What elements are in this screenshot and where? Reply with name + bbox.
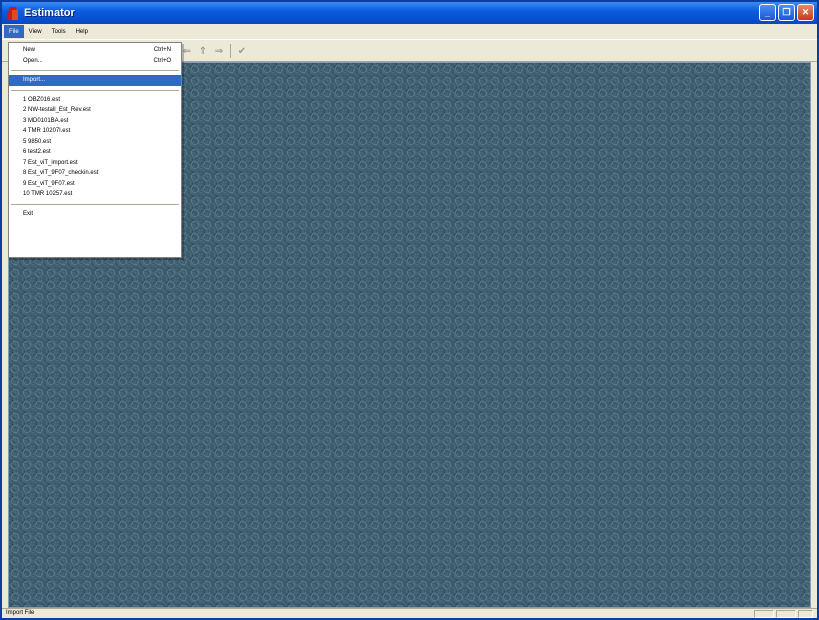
menu-item-shortcut: Ctrl+N: [153, 47, 171, 53]
menu-item-shortcut: Ctrl+O: [153, 57, 171, 64]
restore-icon: ❐: [782, 7, 791, 17]
menu-item-recent-file[interactable]: 9 Est_viT_9F07.est: [9, 179, 181, 190]
status-panel: [776, 610, 796, 618]
arrow-left-icon[interactable]: ⇐: [182, 46, 192, 57]
menu-item-recent-file[interactable]: 8 Est_viT_9F07_checkin.est: [9, 168, 181, 179]
menu-separator: [11, 70, 179, 71]
window-title: Estimator: [24, 7, 75, 19]
menu-item-label: Exit: [23, 210, 34, 217]
menu-item-recent-file[interactable]: 10 TMR 10257.est: [9, 189, 181, 200]
file-menu-dropdown: New Ctrl+N Open... Ctrl+O Import... 1 OB…: [8, 42, 182, 258]
menu-item-recent-file[interactable]: 2 NW-testall_Est_Rev.est: [9, 105, 181, 116]
menu-bar: File View Tools Help: [2, 24, 817, 39]
menu-item-open[interactable]: Open... Ctrl+O: [9, 56, 181, 67]
menu-item-recent-file[interactable]: 4 TMR 10207l.est: [9, 126, 181, 137]
status-panel: [754, 610, 774, 618]
menu-item-exit[interactable]: Exit: [9, 209, 181, 220]
close-button[interactable]: ✕: [797, 4, 814, 21]
status-text: Import File: [6, 610, 35, 616]
menu-item-recent-file[interactable]: 6 test2.est: [9, 147, 181, 158]
toolbar-separator: [230, 44, 231, 58]
arrow-up-icon[interactable]: ⇑: [198, 46, 208, 57]
minimize-button[interactable]: _: [759, 4, 776, 21]
close-icon: ✕: [801, 7, 810, 17]
menu-item-label: Open...: [23, 57, 43, 64]
status-bar: Import File: [2, 608, 817, 618]
checkmark-icon[interactable]: ✔: [237, 46, 247, 57]
menu-item-recent-file[interactable]: 5 9850.est: [9, 137, 181, 148]
title-bar[interactable]: Estimator _ ❐ ✕: [2, 2, 817, 24]
menu-item-recent-file[interactable]: 3 MD0101BA.est: [9, 116, 181, 127]
menu-file[interactable]: File: [4, 25, 24, 38]
menu-tools[interactable]: Tools: [47, 25, 71, 38]
menu-help[interactable]: Help: [71, 25, 93, 38]
minimize-icon: _: [764, 7, 770, 18]
arrow-right-icon[interactable]: ⇒: [214, 46, 224, 57]
menu-item-recent-file[interactable]: 7 Est_viT_import.est: [9, 158, 181, 169]
app-icon[interactable]: [6, 6, 19, 20]
menu-item-recent-file[interactable]: 1 OBZ016.est: [9, 95, 181, 106]
menu-view[interactable]: View: [24, 25, 47, 38]
menu-separator: [11, 89, 179, 91]
menu-item-new[interactable]: New Ctrl+N: [9, 45, 181, 56]
status-panel: [798, 610, 813, 618]
menu-item-import[interactable]: Import...: [9, 75, 181, 86]
menu-item-label: Import...: [23, 77, 46, 83]
menu-separator: [11, 203, 179, 205]
menu-item-label: New: [23, 47, 36, 53]
restore-button[interactable]: ❐: [778, 4, 795, 21]
